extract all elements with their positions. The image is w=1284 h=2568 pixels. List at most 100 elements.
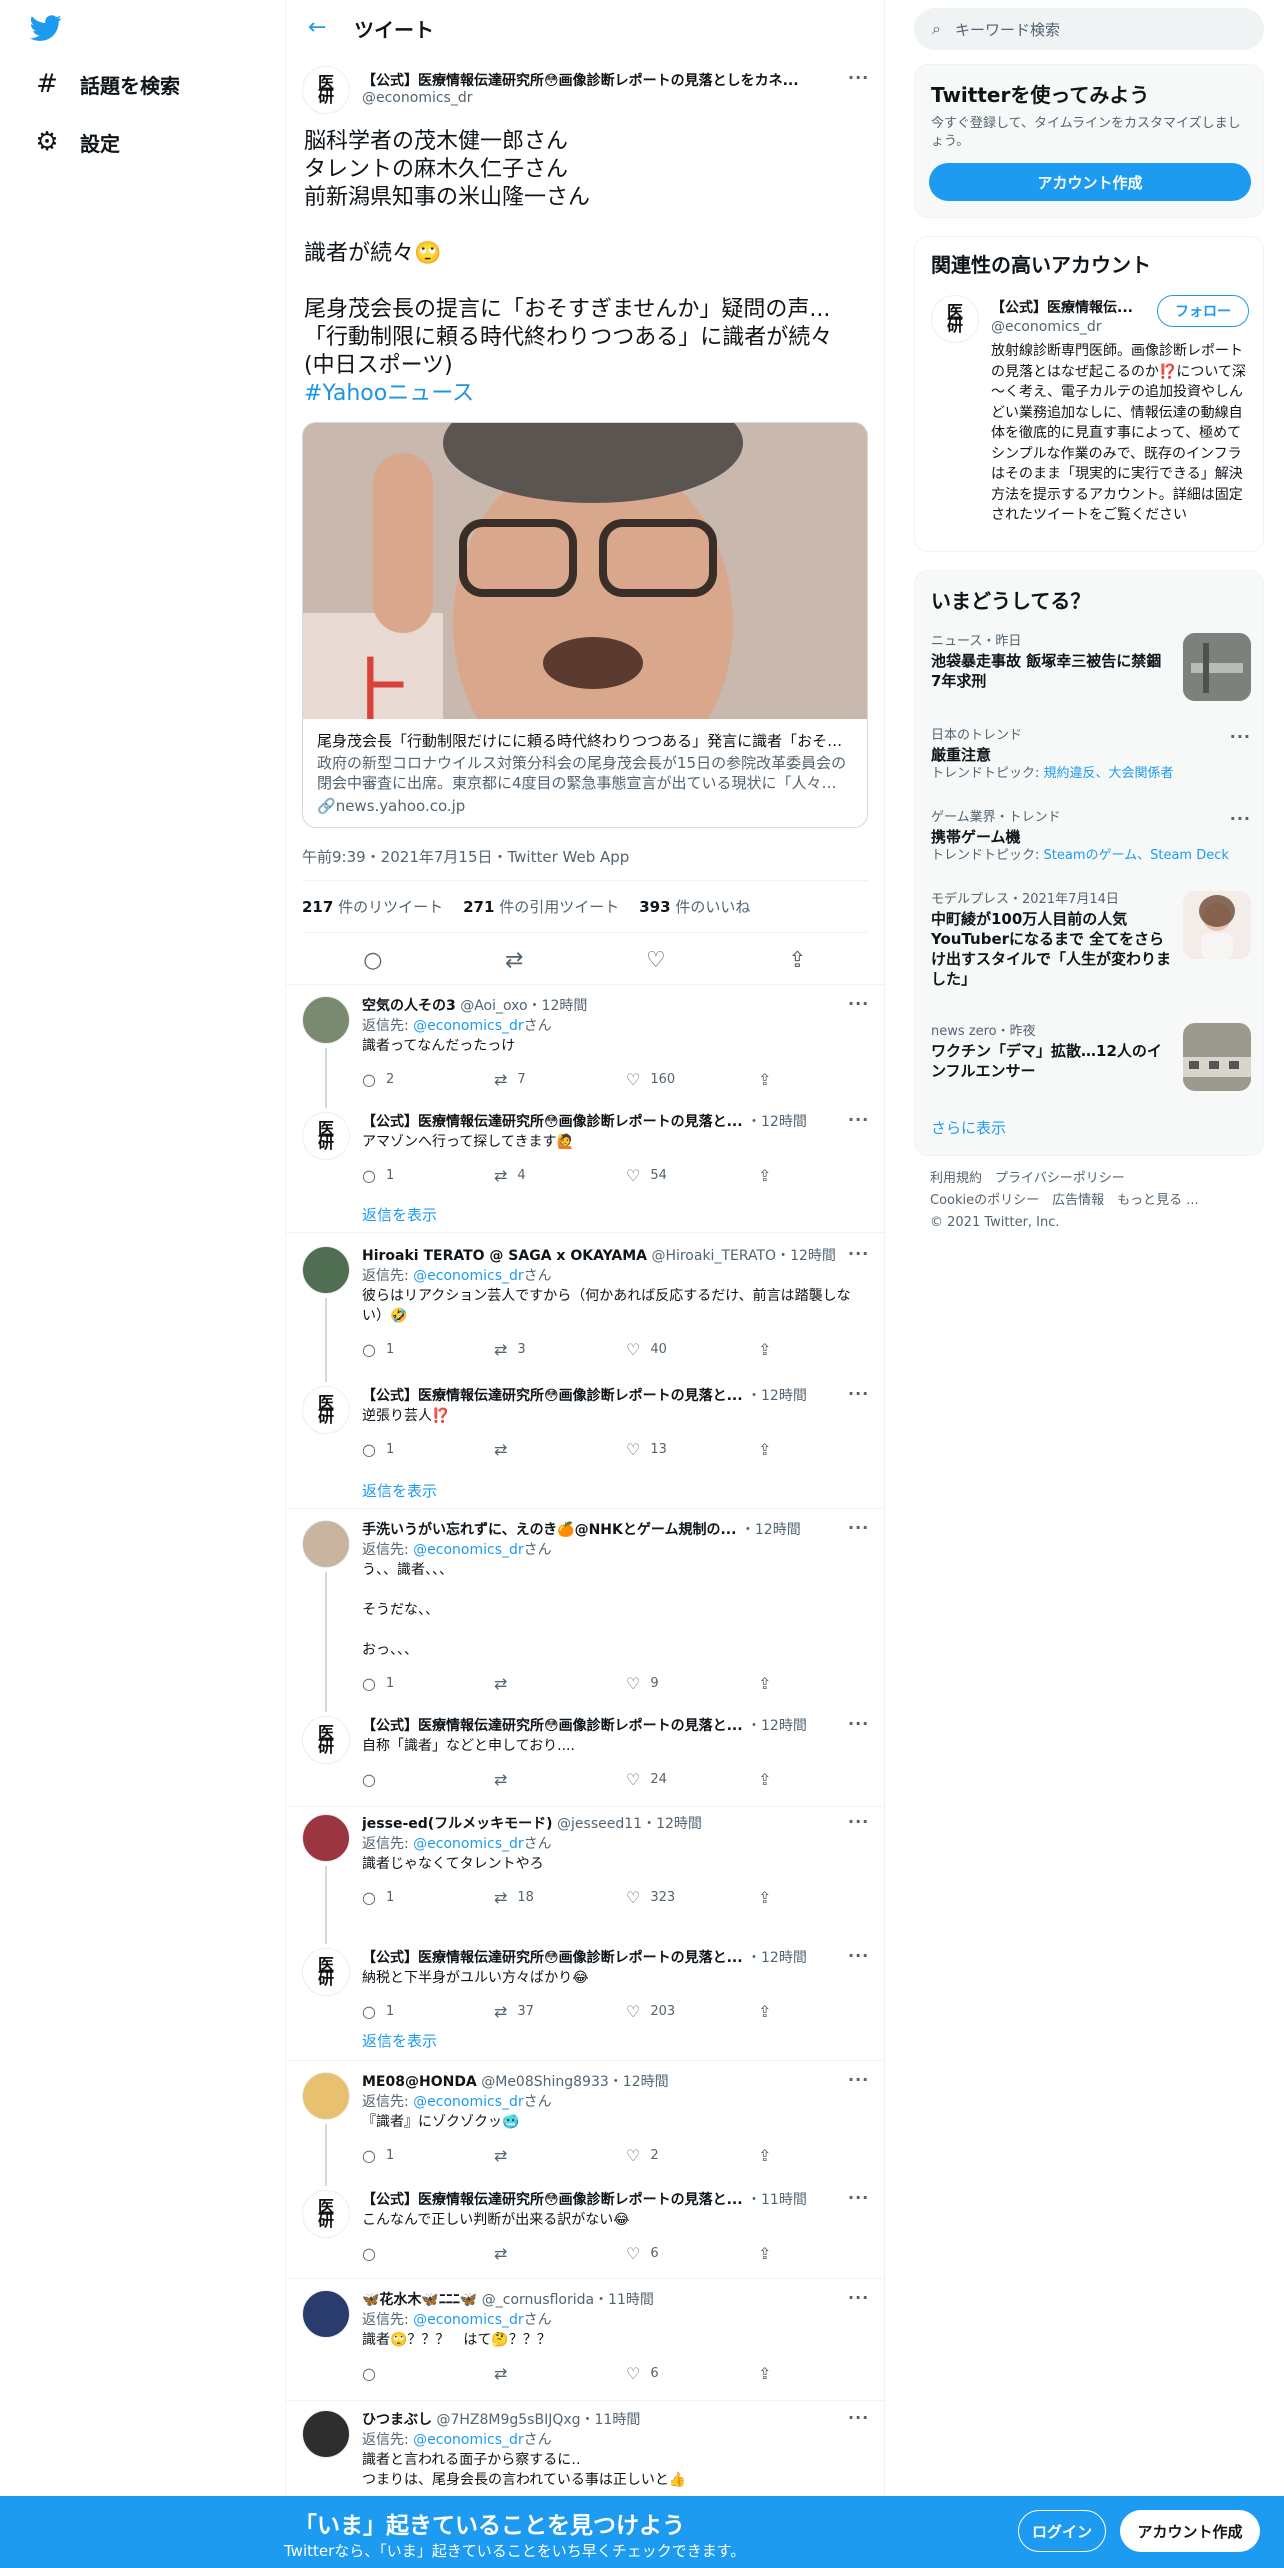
share-button[interactable]: ⇪ [758,1888,771,1907]
share-button[interactable]: ⇪ [758,2244,771,2263]
avatar[interactable]: 医研 [302,1112,350,1160]
trend-topics-link[interactable]: Steamのゲーム、Steam Deck [1044,848,1229,863]
share-button[interactable]: ⇪ [758,2146,771,2165]
related-name[interactable]: 【公式】医療情報伝... [991,297,1151,317]
reply-author-name[interactable]: 【公式】医療情報伝達研究所😳画像診断レポートの見落と... [362,2192,743,2208]
reply-author-name[interactable]: Hiroaki TERATO @ SAGA x OKAYAMA [362,1248,647,1264]
reply-author-handle[interactable]: @jesseed11 [557,1816,642,1832]
trend-topics-link[interactable]: 規約違反、大会関係者 [1044,766,1174,781]
author-handle[interactable]: @economics_dr [362,90,472,106]
share-button[interactable]: ⇪ [758,1070,771,1089]
reply-time[interactable]: ・12時間 [747,1718,807,1734]
reply-time[interactable]: ・11時間 [594,2292,654,2308]
reply-author-name[interactable]: ME08@HONDA [362,2074,477,2090]
reply-time[interactable]: ・12時間 [747,1950,807,1966]
more-icon[interactable]: ··· [1230,727,1251,746]
tweet-timestamp[interactable]: 午前9:39・2021年7月15日・Twitter Web App [302,846,629,867]
more-icon[interactable]: ··· [848,1384,869,1403]
reply-author-handle[interactable]: @7HZ8M9g5sBIJQxg [436,2412,580,2428]
reply-time[interactable]: ・11時間 [747,2192,807,2208]
more-icon[interactable]: ··· [848,2288,869,2307]
footer-line[interactable]: Cookieのポリシー 広告情報 もっと見る ... [930,1190,1250,1212]
avatar[interactable] [302,1246,350,1294]
like-button[interactable]: ♡ 40 [626,1340,667,1359]
quote-count[interactable]: 271 件の引用ツイート [463,896,619,917]
show-replies-link[interactable]: 返信を表示 [362,1480,437,1501]
related-avatar[interactable]: 医研 [931,295,979,343]
reply-to-handle[interactable]: @economics_dr [413,2312,523,2328]
reply-time[interactable]: ・12時間 [741,1522,801,1538]
like-button[interactable]: ♡ 9 [626,1674,659,1693]
reply-to-handle[interactable]: @economics_dr [413,1542,523,1558]
retweet-button[interactable]: ⇄ 7 [494,1070,526,1089]
more-icon[interactable]: ··· [1230,809,1251,828]
hashtag-link[interactable]: #Yahooニュース [304,380,864,408]
reply-time[interactable]: ・12時間 [776,1248,836,1264]
trend-item[interactable]: モデルプレス・2021年7月14日 中町綾が100万人目前の人気YouTuber… [931,891,1251,1001]
avatar[interactable]: 医研 [302,2190,350,2238]
like-button[interactable]: ♡ 323 [626,1888,675,1907]
signup-button[interactable]: アカウント作成 [1120,2510,1260,2552]
like-button[interactable]: ♡ 6 [626,2244,659,2263]
retweet-button[interactable]: ⇄ [494,1674,517,1693]
reply-to-handle[interactable]: @economics_dr [413,1018,523,1034]
share-button[interactable]: ⇪ [758,1340,771,1359]
follow-button[interactable]: フォロー [1157,295,1249,327]
create-account-button[interactable]: アカウント作成 [929,163,1251,201]
reply-time[interactable]: ・12時間 [747,1388,807,1404]
reply-time[interactable]: ・12時間 [747,1114,807,1130]
reply-author-name[interactable]: ひつまぶし [362,2412,432,2428]
like-button[interactable]: ♡ 2 [626,2146,659,2165]
share-button[interactable]: ⇪ [758,1674,771,1693]
reply-author-name[interactable]: 【公式】医療情報伝達研究所😳画像診断レポートの見落と... [362,1388,743,1404]
share-button[interactable]: ⇪ [758,2002,771,2021]
reply-author-name[interactable]: 空気の人その3 [362,998,456,1014]
more-icon[interactable]: ··· [848,2408,869,2427]
reply-author-handle[interactable]: @Me08Shing8933 [481,2074,609,2090]
reply-button[interactable]: ○ 1 [362,1440,394,1459]
reply-time[interactable]: ・12時間 [528,998,588,1014]
trend-item[interactable]: news zero・昨夜 ワクチン「デマ」拡散…12人のインフルエンサー [931,1023,1251,1103]
more-icon[interactable]: ··· [848,2070,869,2089]
reply-author-handle[interactable]: @_cornusflorida [482,2292,594,2308]
trend-item[interactable]: ゲーム業界・トレンド 携帯ゲーム機 トレンドトピック: Steamのゲーム、St… [931,809,1251,889]
more-icon[interactable]: ··· [848,1110,869,1129]
more-icon[interactable]: ··· [848,1812,869,1831]
share-icon[interactable]: ⇪ [788,948,806,973]
reply-author-name[interactable]: 【公式】医療情報伝達研究所😳画像診断レポートの見落と... [362,1950,743,1966]
retweet-button[interactable]: ⇄ [494,1770,517,1789]
retweet-button[interactable]: ⇄ 18 [494,1888,534,1907]
reply-time[interactable]: ・11時間 [581,2412,641,2428]
retweet-button[interactable]: ⇄ 3 [494,1340,526,1359]
reply-button[interactable]: ○ 1 [362,1674,394,1693]
author-name[interactable]: 【公式】医療情報伝達研究所😳画像診断レポートの見落としをカネ... [362,70,826,90]
search-box[interactable]: ⌕ キーワード検索 [914,8,1264,50]
like-button[interactable]: ♡ 13 [626,1440,667,1459]
retweet-button[interactable]: ⇄ 4 [494,1166,526,1185]
like-button[interactable]: ♡ 24 [626,1770,667,1789]
reply-author-name[interactable]: jesse-ed(フルメッキモード) [362,1816,553,1832]
retweet-button[interactable]: ⇄ 37 [494,2002,534,2021]
like-button[interactable]: ♡ 54 [626,1166,667,1185]
avatar[interactable] [302,1814,350,1862]
reply-author-name[interactable]: 手洗いうがい忘れずに、えのき🍊@NHKとゲーム規制の... [362,1522,736,1538]
retweet-button[interactable]: ⇄ [494,1440,517,1459]
show-replies-link[interactable]: 返信を表示 [362,2030,437,2051]
reply-to-handle[interactable]: @economics_dr [413,1836,523,1852]
retweet-icon[interactable]: ⇄ [505,948,523,973]
reply-time[interactable]: ・12時間 [609,2074,669,2090]
reply-author-name[interactable]: 【公式】医療情報伝達研究所😳画像診断レポートの見落と... [362,1114,743,1130]
reply-author-name[interactable]: 【公式】医療情報伝達研究所😳画像診断レポートの見落と... [362,1718,743,1734]
reply-button[interactable]: ○ 1 [362,1888,394,1907]
avatar[interactable] [302,1520,350,1568]
retweet-count[interactable]: 217 件のリツイート [302,896,443,917]
retweet-button[interactable]: ⇄ [494,2364,517,2383]
reply-time[interactable]: ・12時間 [642,1816,702,1832]
share-button[interactable]: ⇪ [758,2364,771,2383]
nav-explore[interactable]: # 話題を検索 [34,64,180,104]
reply-author-handle[interactable]: @Aoi_oxo [460,998,527,1014]
show-more-link[interactable]: さらに表示 [931,1117,1006,1138]
twitter-bird-icon[interactable] [30,12,62,44]
more-icon[interactable]: ··· [848,2188,869,2207]
more-icon[interactable]: ··· [848,1946,869,1965]
